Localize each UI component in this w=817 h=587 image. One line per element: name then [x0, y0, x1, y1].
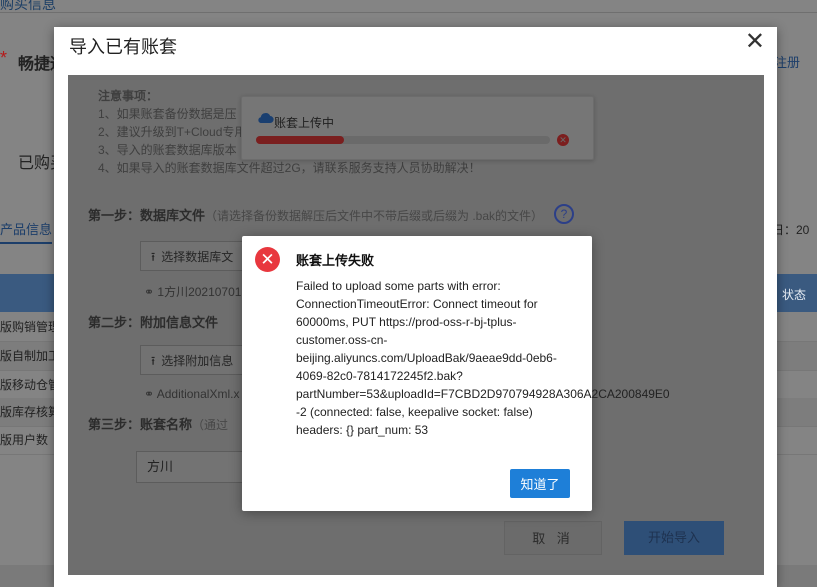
- error-line: ConnectionTimeoutError: Connect timeout …: [296, 297, 538, 311]
- dialog-title: 导入已有账套: [69, 37, 177, 57]
- bg-row-label: 版移动仓管: [0, 378, 61, 392]
- error-line: Failed to upload some parts with error:: [296, 279, 501, 293]
- error-title: 账套上传失败: [296, 253, 375, 268]
- bg-row-label: 版库存核算: [0, 405, 61, 419]
- cloud-icon: [258, 113, 274, 124]
- step2-label: 第二步：附加信息文件: [88, 315, 219, 330]
- upload-progress-popup: 账套上传中 ✕: [241, 96, 594, 160]
- bg-register-link[interactable]: 注册: [774, 52, 800, 71]
- error-line: 60000ms, PUT https://prod-oss-r-bj-tplus…: [296, 315, 517, 329]
- step1-label: 第一步：数据库文件（请选择备份数据解压后文件中不带后缀或后缀为 .bak的文件）: [88, 205, 543, 224]
- error-line: customer.oss-cn-: [296, 333, 388, 347]
- help-icon[interactable]: ?: [554, 204, 574, 224]
- upload-progress-bar: [256, 136, 550, 144]
- database-file-name: ⚭ 1方川20210701: [144, 283, 241, 300]
- upload-icon: ⭱: [151, 354, 156, 368]
- paperclip-icon: ⚭: [144, 285, 158, 299]
- bg-divider: [0, 12, 817, 13]
- error-message: Failed to upload some parts with error: …: [296, 277, 686, 439]
- bg-row-label: 版自制加工: [0, 349, 61, 363]
- required-star: *: [0, 48, 8, 68]
- cancel-button[interactable]: 取 消: [504, 521, 602, 555]
- bg-row-label: 版用户数: [0, 433, 49, 447]
- upload-progress-fill: [256, 136, 345, 144]
- select-database-label: 选择数据库文: [161, 250, 234, 264]
- start-import-button[interactable]: 开始导入: [624, 521, 724, 555]
- upload-error-dialog: ✕ 账套上传失败 Failed to upload some parts wit…: [242, 236, 670, 511]
- bg-row-label: 版购销管理: [0, 320, 61, 334]
- step3-label: 第三步：账套名称（通过: [88, 414, 228, 433]
- error-line: partNumber=53&uploadId=F7CBD2D970794928A…: [296, 387, 670, 401]
- upload-icon: ⭱: [151, 250, 156, 264]
- close-icon[interactable]: ✕: [745, 29, 765, 55]
- upload-status-text: 账套上传中: [274, 116, 335, 130]
- bg-date-label: 日：20: [772, 223, 810, 237]
- cancel-upload-icon[interactable]: ✕: [557, 134, 569, 146]
- error-line: -2 (connected: false, keepalive socket: …: [296, 405, 533, 419]
- select-additional-label: 选择附加信息: [161, 354, 234, 368]
- step3-title: 第三步：账套名称: [88, 417, 193, 432]
- bg-tab-product-info[interactable]: 产品信息: [0, 219, 53, 244]
- database-file-text: 1方川20210701: [157, 285, 242, 299]
- step3-hint: （通过: [192, 418, 229, 432]
- additional-file-name: ⚭ AdditionalXml.x: [144, 387, 239, 401]
- error-line: headers: {} part_num: 53: [296, 423, 429, 437]
- paperclip-icon: ⚭: [144, 387, 157, 401]
- step1-hint: （请选择备份数据解压后文件中不带后缀或后缀为 .bak的文件）: [205, 209, 544, 223]
- bg-status-header: 状态: [782, 288, 807, 302]
- error-line: beijing.aliyuncs.com/UploadBak/9aeae9dd-…: [296, 351, 557, 365]
- note-line: 4、如果导入的账套数据库文件超过2G，请联系服务支持人员协助解决！: [98, 161, 481, 175]
- error-line: 4069-82c0-7814172245f2.bak?: [296, 369, 463, 383]
- additional-file-text: AdditionalXml.x: [156, 387, 240, 401]
- step1-title: 第一步：数据库文件: [88, 208, 206, 223]
- error-icon: ✕: [255, 247, 280, 272]
- ok-button[interactable]: 知道了: [510, 469, 570, 498]
